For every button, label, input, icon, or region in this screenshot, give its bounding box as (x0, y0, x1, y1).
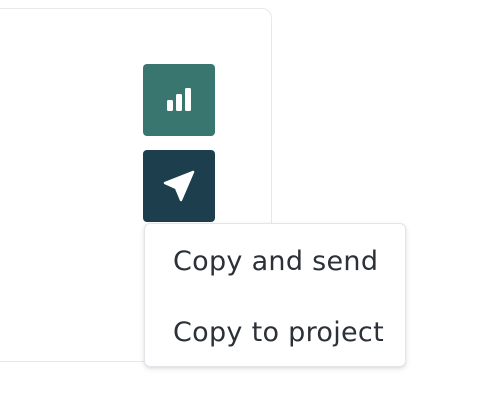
screen: Copy and send Copy to project (0, 0, 490, 402)
send-button[interactable] (143, 150, 215, 222)
menu-item-copy-to-project[interactable]: Copy to project (145, 300, 405, 364)
paper-plane-icon (162, 169, 196, 203)
menu-item-copy-and-send[interactable]: Copy and send (145, 229, 405, 293)
bar-chart-icon (164, 85, 194, 115)
menu-item-label: Copy and send (173, 245, 379, 277)
menu-item-label: Copy to project (173, 316, 384, 348)
copy-menu: Copy and send Copy to project (144, 223, 406, 367)
stats-button[interactable] (143, 64, 215, 136)
